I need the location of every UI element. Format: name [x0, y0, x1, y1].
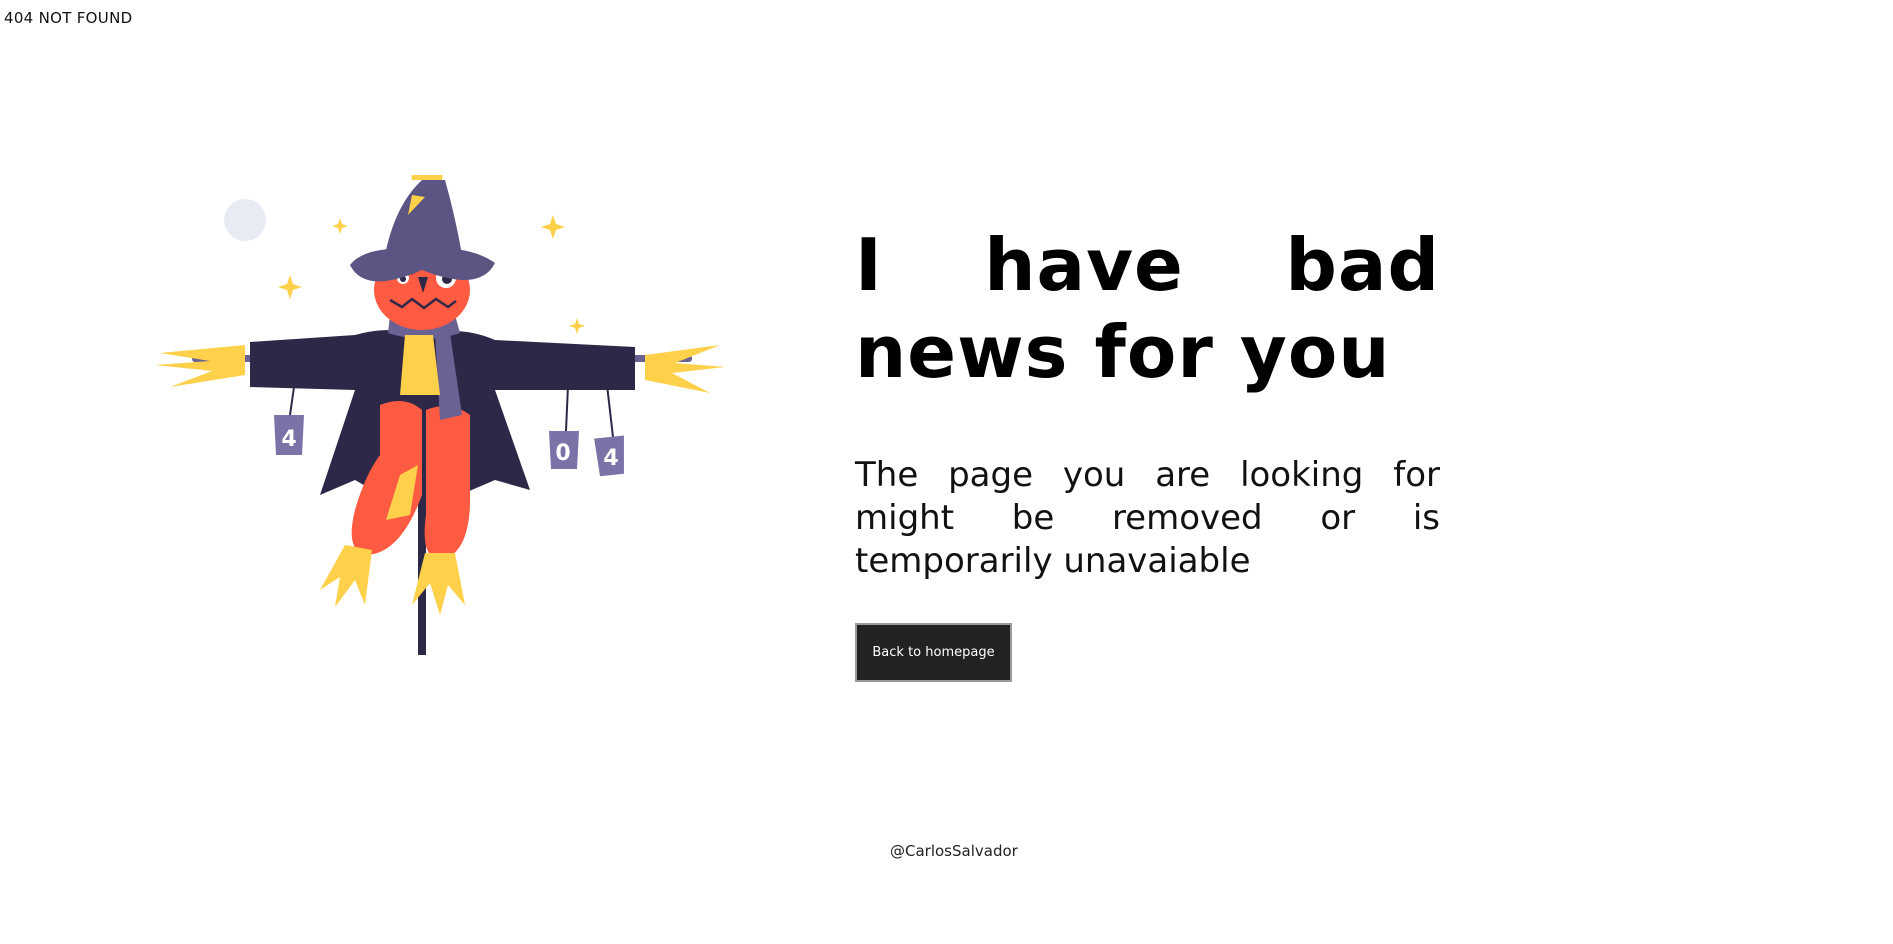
page-label: 404 NOT FOUND: [4, 9, 133, 27]
message-panel: I have bad news for you The page you are…: [855, 222, 1440, 682]
moon-icon: [224, 199, 266, 241]
can-label-3: 4: [603, 446, 618, 471]
can-label-1: 4: [281, 427, 296, 452]
back-to-homepage-button[interactable]: Back to homepage: [855, 623, 1012, 682]
right-leg: [424, 406, 470, 560]
can-label-2: 0: [555, 441, 570, 466]
right-hand-straw: [645, 345, 725, 393]
page-title: I have bad news for you: [855, 223, 1440, 394]
scarecrow-illustration: 4 0 4: [155, 175, 725, 655]
left-hand-straw: [155, 345, 245, 387]
not-found-page: 404 NOT FOUND 4 0 4 I have bad news for …: [0, 0, 1893, 944]
hat-crown: [385, 180, 462, 261]
page-description: The page you are looking for might be re…: [855, 455, 1440, 581]
author-credit[interactable]: @CarlosSalvador: [890, 842, 1018, 860]
shirt: [400, 335, 440, 395]
hat-straw: [411, 175, 443, 180]
left-foot-straw: [320, 545, 372, 607]
